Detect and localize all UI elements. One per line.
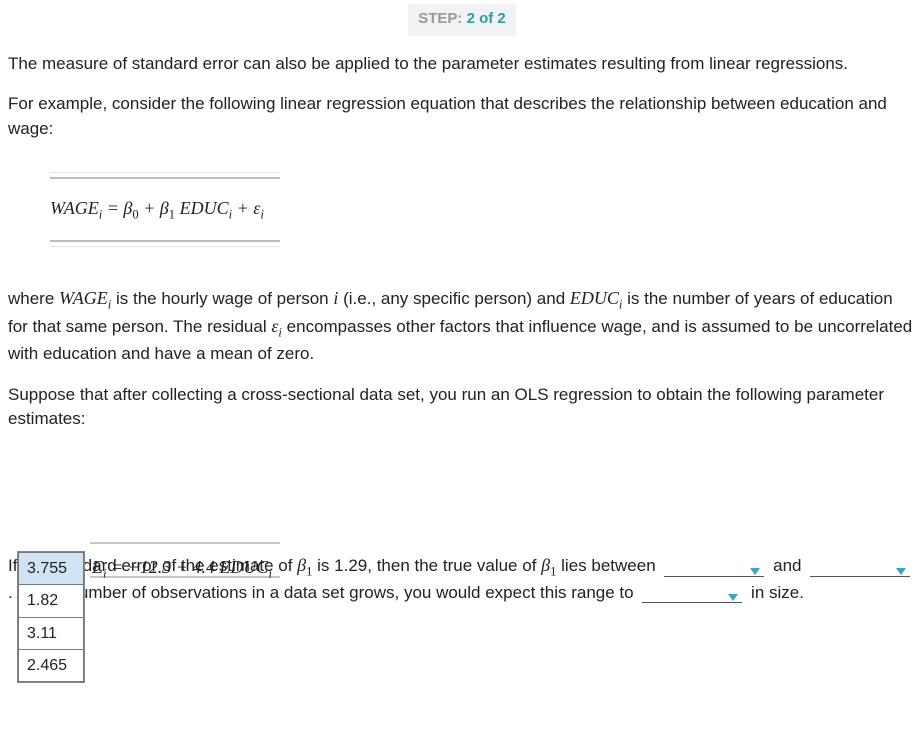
blank-range-direction[interactable] bbox=[642, 594, 742, 603]
chevron-down-icon bbox=[750, 568, 760, 575]
var-wage: WAGEi bbox=[59, 288, 111, 308]
estimates-row: Ei = −12.3 + 4.4 EDUCi 3.755 1.82 3.11 2… bbox=[8, 552, 916, 605]
step-indicator-row: STEP: 2 of 2 bbox=[8, 0, 916, 36]
dropdown-option[interactable]: 3.755 bbox=[19, 553, 84, 585]
var-i: i bbox=[333, 288, 338, 308]
step-chip: STEP: 2 of 2 bbox=[408, 4, 516, 36]
equation-block-1: WAGEi = β0 + β1 EDUCi + εi bbox=[50, 168, 280, 251]
beta1-b: β1 bbox=[541, 555, 556, 575]
var-educ: EDUCi bbox=[570, 288, 623, 308]
beta1-a: β1 bbox=[297, 555, 312, 575]
chevron-down-icon bbox=[728, 594, 738, 601]
equation-model: WAGEi = β0 + β1 EDUCi + εi bbox=[50, 198, 264, 218]
dropdown-option[interactable]: 1.82 bbox=[19, 585, 84, 617]
chevron-down-icon bbox=[896, 568, 906, 575]
blank-upper-bound[interactable] bbox=[810, 568, 910, 577]
blank-lower-bound[interactable] bbox=[664, 568, 764, 577]
step-current: 2 of 2 bbox=[467, 10, 506, 27]
var-eps: εi bbox=[271, 316, 282, 336]
equation-fitted: Ei = −12.3 + 4.4 EDUCi bbox=[92, 554, 272, 583]
dropdown-option[interactable]: 2.465 bbox=[19, 649, 84, 681]
paragraph-where: where WAGEi is the hourly wage of person… bbox=[8, 285, 916, 367]
paragraph-suppose: Suppose that after collecting a cross-se… bbox=[8, 383, 916, 432]
paragraph-example: For example, consider the following line… bbox=[8, 92, 916, 141]
step-prefix: STEP: bbox=[418, 10, 466, 27]
paragraph-intro: The measure of standard error can also b… bbox=[8, 52, 916, 77]
dropdown-options-popup[interactable]: 3.755 1.82 3.11 2.465 bbox=[18, 552, 84, 682]
dropdown-option[interactable]: 3.11 bbox=[19, 617, 84, 649]
